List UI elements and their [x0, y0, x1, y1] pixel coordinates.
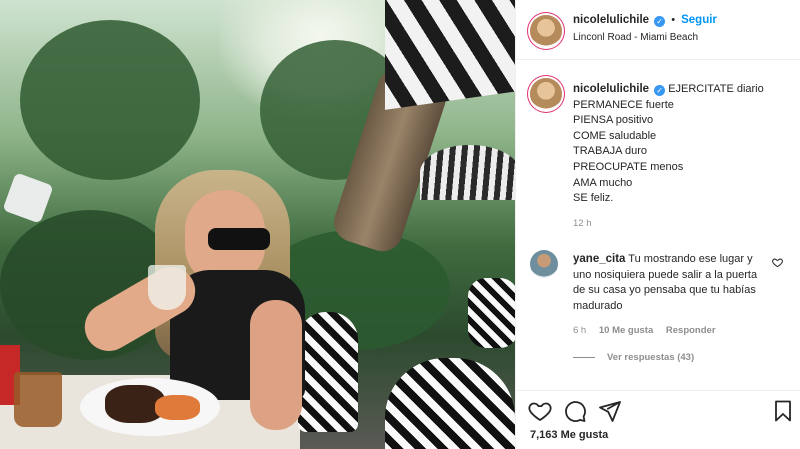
post-photo[interactable]	[0, 0, 515, 449]
comment-text-block: yane_cita Tu mostrando ese lugar y uno n…	[573, 252, 768, 314]
comment-icon[interactable]	[563, 399, 587, 423]
striped-chair	[468, 278, 515, 348]
separator-dot: •	[671, 14, 676, 26]
caption-line: AMA mucho	[573, 176, 633, 189]
caption-line: PIENSA positivo	[573, 114, 654, 127]
caption-line: PREOCUPATE menos	[573, 160, 684, 173]
replies-divider	[573, 356, 595, 358]
striped-umbrella	[420, 145, 515, 200]
author-avatar[interactable]	[530, 15, 562, 47]
caption-username-line: nicolelulichile ✓ EJERCITATE diario	[573, 83, 764, 96]
caption-line: EJERCITATE diario	[668, 83, 764, 95]
commenter-avatar[interactable]	[530, 250, 558, 278]
instagram-post-modal: nicolelulichile ✓ • Seguir Linconl Road …	[0, 0, 800, 449]
salad	[155, 395, 200, 420]
likes-count[interactable]: 7,163 Me gusta	[530, 429, 608, 441]
bookmark-icon[interactable]	[771, 399, 795, 423]
view-replies-button[interactable]: Ver respuestas (43)	[573, 352, 694, 363]
post-side-panel: nicolelulichile ✓ • Seguir Linconl Road …	[515, 0, 800, 449]
comment-meta: 6 h 10 Me gusta Responder	[573, 325, 726, 336]
author-username[interactable]: nicolelulichile	[573, 14, 649, 26]
heart-icon[interactable]	[528, 399, 552, 423]
lamp	[2, 172, 54, 224]
comment-likes[interactable]: 10 Me gusta	[599, 325, 653, 336]
action-bar: 7,163 Me gusta	[516, 390, 800, 449]
woman-arm	[250, 300, 302, 430]
share-icon[interactable]	[598, 399, 622, 423]
reply-button[interactable]: Responder	[666, 325, 716, 336]
water-glass	[148, 265, 186, 310]
palm-frond	[20, 20, 200, 180]
caption-line: PERMANECE fuerte	[573, 98, 674, 111]
caption-text: nicolelulichile ✓ EJERCITATE diario PERM…	[573, 82, 791, 207]
follow-button[interactable]: Seguir	[681, 14, 717, 26]
caption-line: TRABAJA duro	[573, 145, 647, 158]
view-replies-label: Ver respuestas (43)	[607, 352, 695, 363]
commenter-username[interactable]: yane_cita	[573, 253, 625, 265]
sunglasses	[208, 228, 270, 250]
verified-badge-icon: ✓	[654, 85, 666, 96]
post-header: nicolelulichile ✓ • Seguir Linconl Road …	[516, 0, 800, 60]
caption-avatar[interactable]	[530, 78, 562, 110]
verified-badge-icon: ✓	[654, 16, 666, 27]
comment-timestamp[interactable]: 6 h	[573, 325, 586, 336]
comment-like-heart-icon[interactable]	[772, 257, 783, 268]
caption-username[interactable]: nicolelulichile	[573, 83, 649, 95]
striped-umbrella	[385, 0, 515, 110]
author-line: nicolelulichile ✓ • Seguir	[573, 14, 717, 27]
striped-chair	[298, 312, 358, 432]
caption-timestamp[interactable]: 12 h	[573, 218, 592, 229]
caption-line: SE feliz.	[573, 192, 614, 205]
post-location[interactable]: Linconl Road - Miami Beach	[573, 32, 698, 43]
comments-section[interactable]: nicolelulichile ✓ EJERCITATE diario PERM…	[516, 60, 800, 390]
striped-chair	[385, 358, 515, 449]
drink-cup	[14, 372, 62, 427]
caption-line: COME saludable	[573, 129, 657, 142]
